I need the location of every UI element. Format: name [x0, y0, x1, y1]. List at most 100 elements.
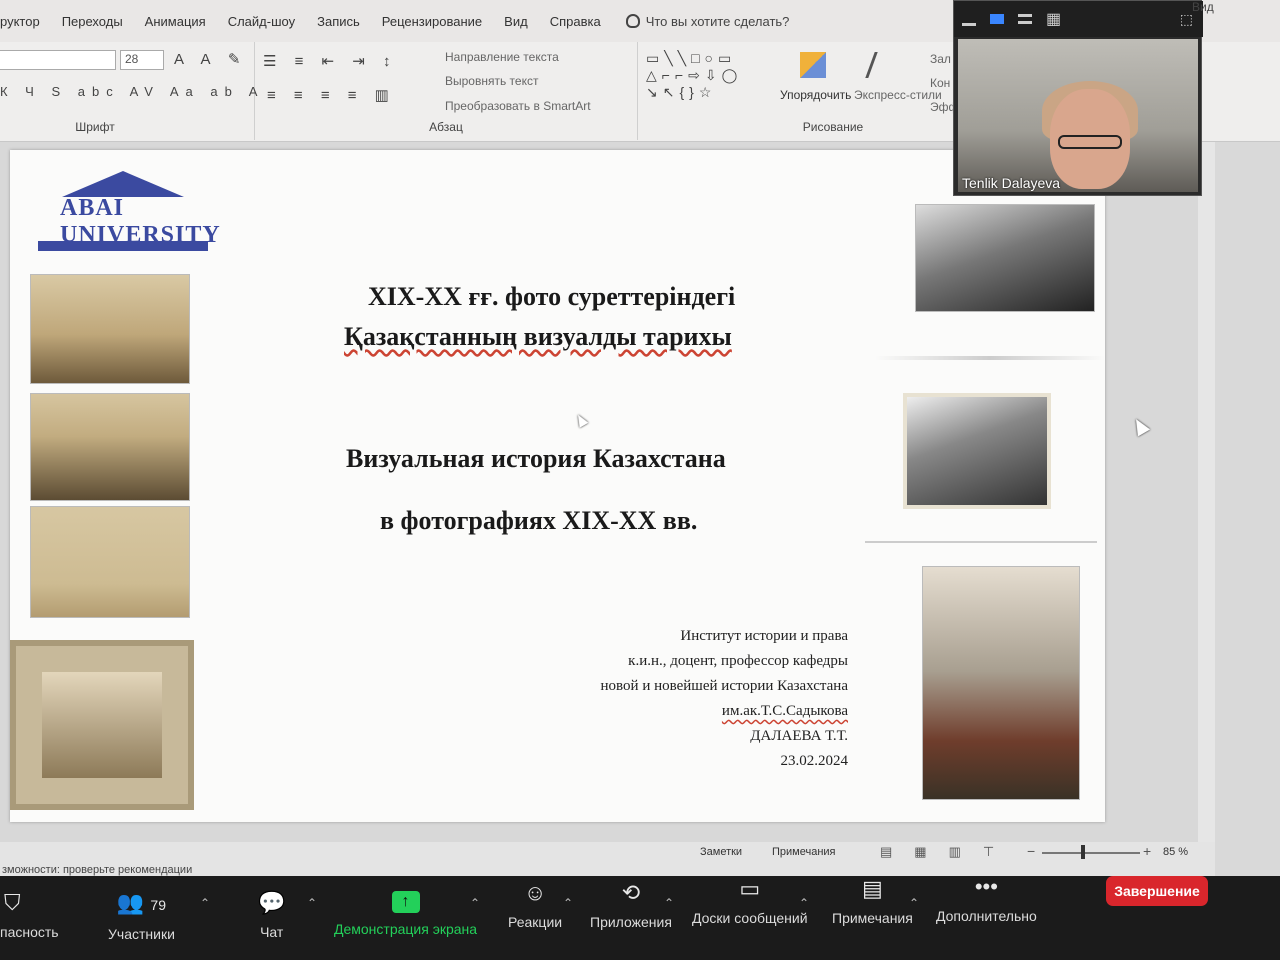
menu-item-view[interactable]: Вид	[493, 14, 539, 29]
gallery-view-icon[interactable]: ▦	[1046, 9, 1061, 29]
photo-factory-workers	[915, 204, 1095, 312]
convert-smartart-button[interactable]: Преобразовать в SmartArt	[445, 99, 591, 113]
quick-styles-button[interactable]: Экспресс-стили	[854, 88, 942, 102]
vertical-scrollbar[interactable]	[1198, 142, 1215, 842]
view-label[interactable]: Вид	[1192, 0, 1214, 14]
zoom-slider-knob[interactable]	[1081, 845, 1085, 859]
chat-button[interactable]: 💬 Чат	[258, 890, 285, 940]
zoom-in-icon[interactable]: +	[1143, 843, 1151, 859]
menu-item-slideshow[interactable]: Слайд-шоу	[217, 14, 306, 29]
whiteboard-icon: ▭	[739, 876, 761, 901]
notes-button[interactable]: ▤ Примечания	[832, 876, 913, 926]
notes-button[interactable]: Заметки	[700, 846, 742, 858]
slide[interactable]: ABAI UNIVERSITY XIX-XX ғғ. фото суреттер…	[10, 150, 1105, 822]
shape-outline-button[interactable]: Кон	[930, 76, 950, 90]
font-name-box[interactable]	[0, 50, 116, 70]
speaker-view-icon[interactable]	[990, 14, 1004, 24]
participants-count: 79	[150, 897, 166, 913]
drawing-group: ▭╲╲□○▭ △⌐⌐⇨⇩◯ ↘↖{}☆ Упорядочить Экспресс-с…	[638, 42, 958, 140]
exit-window-icon[interactable]: ⬚	[1180, 11, 1193, 28]
decorative-divider	[875, 356, 1105, 360]
menu-item-transitions[interactable]: Переходы	[51, 14, 134, 29]
decorative-line	[865, 541, 1097, 543]
security-label: пасность	[0, 924, 59, 940]
framed-historic-photo	[10, 640, 194, 810]
whiteboards-button[interactable]: ▭ Доски сообщений	[692, 876, 808, 926]
shapes-gallery[interactable]: ▭╲╲□○▭ △⌐⌐⇨⇩◯ ↘↖{}☆	[646, 50, 742, 101]
comments-button[interactable]: Примечания	[772, 846, 836, 858]
shape-fill-button[interactable]: Зал	[930, 52, 951, 66]
align-icons[interactable]: ≡ ≡ ≡ ≡ ▥	[267, 86, 396, 104]
align-text-button[interactable]: Выровнять текст	[445, 74, 538, 88]
security-button[interactable]: ⛉ пасность	[0, 890, 59, 940]
video-tile-controls: ▦ ⬚	[954, 1, 1203, 37]
logo-band	[38, 241, 208, 251]
list-icons[interactable]: ☰ ≡ ⇤ ⇥ ↕	[263, 52, 398, 70]
framed-photo-image	[42, 672, 162, 778]
arrange-button[interactable]: Упорядочить	[780, 88, 851, 102]
author-department: новой и новейшей истории Казахстана	[600, 678, 848, 694]
historic-photo-river	[30, 506, 190, 618]
share-screen-label: Демонстрация экрана	[334, 921, 478, 937]
zoom-level[interactable]: 85 %	[1163, 846, 1188, 858]
title-russian-line1: Визуальная история Казахстана	[346, 444, 726, 473]
menu-item-animation[interactable]: Анимация	[134, 14, 217, 29]
view-mode-icons[interactable]: ▤▦▥⊤	[880, 844, 1016, 860]
more-label: Дополнительно	[936, 908, 1037, 924]
participants-caret-icon[interactable]: ⌃	[200, 896, 210, 910]
paragraph-group-label: Абзац	[429, 120, 463, 134]
participants-button[interactable]: 👥 79 Участники	[108, 890, 175, 942]
participant-video-tile[interactable]: ▦ ⬚ Tenlik Dalayeva	[953, 0, 1203, 196]
author-institute: Институт истории и права	[680, 628, 848, 644]
author-department-name: им.ак.Т.С.Садыкова	[721, 703, 848, 719]
menu-item-design[interactable]: руктор	[0, 14, 51, 29]
zoom-meeting-toolbar: ⛉ пасность 👥 79 Участники ⌃ 💬 Чат ⌃ ↑ Де…	[0, 874, 1280, 960]
participant-name: Tenlik Dalayeva	[962, 175, 1061, 191]
lightbulb-icon[interactable]	[625, 14, 640, 28]
historic-photo-steppe	[30, 274, 190, 384]
logo-roof	[62, 171, 184, 197]
reactions-button[interactable]: ☺ Реакции	[508, 880, 562, 930]
apps-button[interactable]: ⟲ Приложения	[590, 880, 672, 930]
text-direction-button[interactable]: Направление текста	[445, 50, 559, 64]
tell-me-search[interactable]: Что вы хотите сделать?	[646, 14, 790, 29]
participants-icon: 👥 79	[116, 890, 166, 915]
end-meeting-button[interactable]: Завершение	[1106, 876, 1208, 906]
more-button[interactable]: ••• Дополнительно	[936, 874, 1037, 924]
share-caret-icon[interactable]: ⌃	[470, 896, 480, 910]
notes-label: Примечания	[832, 910, 913, 926]
chat-icon: 💬	[258, 890, 286, 915]
author-name: ДАЛАЕВА Т.Т.	[750, 728, 848, 744]
apps-caret-icon[interactable]: ⌃	[664, 896, 674, 910]
apps-label: Приложения	[590, 914, 672, 930]
whiteboards-caret-icon[interactable]: ⌃	[799, 896, 809, 910]
menu-item-review[interactable]: Рецензирование	[371, 14, 493, 29]
arrange-icon[interactable]	[800, 52, 826, 78]
font-size-box[interactable]: 28	[120, 50, 164, 70]
font-group-label: Шрифт	[75, 120, 115, 134]
photo-group-reading	[903, 393, 1051, 509]
share-screen-button[interactable]: ↑ Демонстрация экрана	[334, 886, 477, 937]
apps-icon: ⟲	[621, 880, 641, 905]
quick-styles-icon[interactable]	[865, 52, 901, 78]
whiteboards-label: Доски сообщений	[692, 910, 808, 926]
more-icon: •••	[974, 874, 998, 899]
reactions-caret-icon[interactable]: ⌃	[563, 896, 573, 910]
font-grow-shrink-icons[interactable]: A A ✎	[174, 50, 247, 68]
chat-caret-icon[interactable]: ⌃	[307, 896, 317, 910]
notes-icon: ▤	[862, 876, 883, 901]
notes-caret-icon[interactable]: ⌃	[909, 896, 919, 910]
menu-item-record[interactable]: Запись	[306, 14, 371, 29]
screen-photo: руктор Переходы Анимация Слайд-шоу Запис…	[0, 0, 1280, 960]
presentation-date: 23.02.2024	[780, 753, 849, 769]
menu-item-help[interactable]: Справка	[539, 14, 612, 29]
strip-view-icon[interactable]	[1018, 14, 1032, 24]
zoom-out-icon[interactable]: −	[1027, 843, 1035, 859]
font-group: 28 A A ✎ К Ч S abc AV Aa ab A Шрифт	[0, 42, 257, 140]
share-screen-icon: ↑	[334, 886, 477, 913]
title-kazakh-line1: XIX-XX ғғ. фото суреттеріндегі	[368, 282, 736, 311]
title-russian-line2: в фотографиях XIX-XX вв.	[380, 506, 698, 535]
zoom-slider[interactable]	[1042, 852, 1140, 854]
minimize-icon[interactable]	[962, 22, 976, 26]
font-format-icons[interactable]: К Ч S abc AV Aa ab A	[0, 84, 264, 99]
